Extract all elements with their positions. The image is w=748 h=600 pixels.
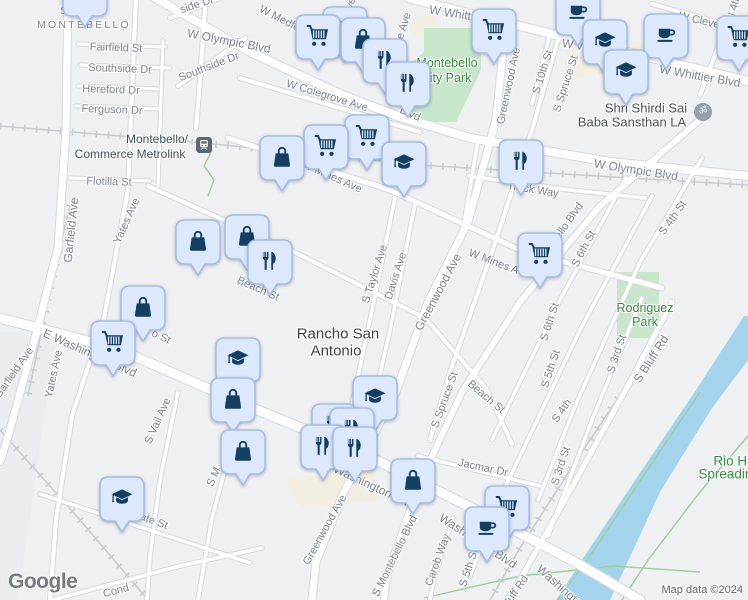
street-label: Flotilla St xyxy=(86,175,132,189)
poi-marker-restaurant[interactable] xyxy=(331,425,379,484)
google-logo[interactable]: Google xyxy=(8,570,78,594)
street-label: Commerce Metrolink xyxy=(74,147,186,161)
poi-marker-grad[interactable] xyxy=(98,475,146,534)
poi-marker-cart[interactable] xyxy=(294,13,342,72)
street-label: Fairfield St xyxy=(89,41,143,55)
poi-marker-cart[interactable] xyxy=(89,319,137,378)
map-attribution: Map data ©2024 xyxy=(661,584,744,596)
poi-marker-bag[interactable] xyxy=(219,428,267,487)
park-label: Rodriguez xyxy=(616,301,674,315)
poi-marker-cafe[interactable] xyxy=(61,0,109,29)
poi-marker-bag[interactable] xyxy=(258,134,306,193)
om-place-icon[interactable]: ॐ xyxy=(694,103,712,121)
poi-marker-restaurant[interactable] xyxy=(246,238,294,297)
poi-marker-restaurant[interactable] xyxy=(384,60,432,119)
street-label: Ferguson Dr xyxy=(81,102,143,118)
street-label: Baba Sansthan LA xyxy=(577,114,687,130)
street-label: Montebello/ xyxy=(125,132,189,146)
poi-marker-grad[interactable] xyxy=(380,140,428,199)
poi-marker-grad[interactable] xyxy=(602,48,650,107)
park-label: Park xyxy=(632,315,658,329)
transit-station-icon[interactable] xyxy=(196,137,212,153)
poi-marker-bag[interactable] xyxy=(209,376,257,435)
poi-marker-cart[interactable] xyxy=(516,231,564,290)
park-label: Spreading Grou xyxy=(698,466,748,482)
place-label: Antonio xyxy=(310,342,362,360)
street-label: Southside Dr xyxy=(88,61,152,77)
poi-marker-cart[interactable] xyxy=(470,7,518,66)
poi-marker-restaurant[interactable] xyxy=(497,138,545,197)
poi-marker-bag[interactable] xyxy=(389,457,437,516)
poi-marker-cart[interactable] xyxy=(715,14,748,73)
poi-marker-cafe[interactable] xyxy=(463,505,511,564)
poi-marker-bag[interactable] xyxy=(174,218,222,277)
map-canvas[interactable]: Fairfield St Southside Dr Hereford Dr Fergu… xyxy=(0,0,748,600)
place-label: Rancho San xyxy=(296,325,380,343)
street-label: Hereford Dr xyxy=(82,83,140,97)
poi-marker-cart[interactable] xyxy=(302,123,350,182)
